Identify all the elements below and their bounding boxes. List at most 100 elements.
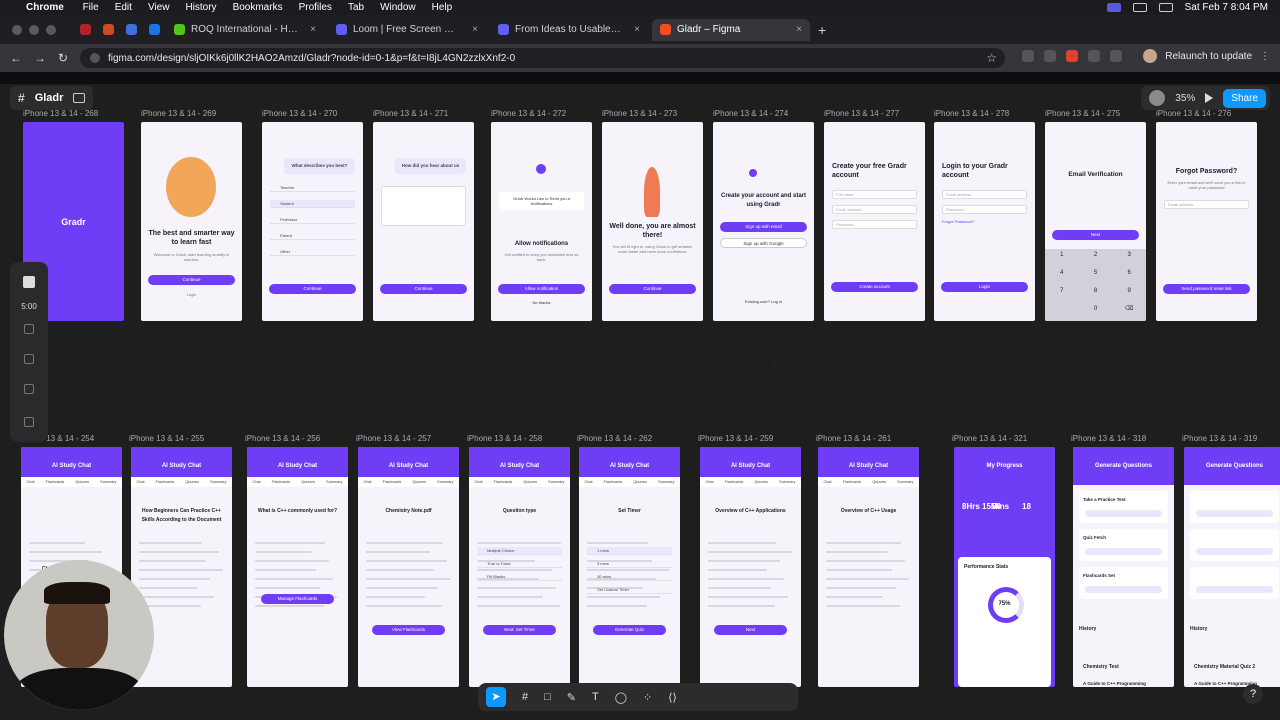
frame-chat-5[interactable]: AI Study Chat Chat Flashcards Quizzes Summar… [579, 447, 680, 687]
key-7[interactable]: 8 [1079, 285, 1113, 303]
login-link[interactable]: Login [149, 292, 234, 297]
chat-tab[interactable]: Quizzes [185, 477, 199, 487]
key-10[interactable]: 0 [1079, 303, 1113, 321]
chat-tab[interactable]: Flashcards [604, 477, 623, 487]
tab-3[interactable]: Gladr – Figma × [652, 18, 810, 41]
chat-tab[interactable]: Quizzes [75, 477, 89, 487]
close-tab-icon[interactable]: × [634, 24, 640, 35]
field-1[interactable]: Password [942, 205, 1027, 214]
frame-chat-8[interactable]: My Progress 8Hrs 15Mins 50 18 Performance St… [954, 447, 1055, 687]
restart-icon[interactable] [24, 354, 34, 364]
pen-tool-icon[interactable]: ✎ [567, 691, 576, 704]
field-1[interactable]: Email address [832, 205, 917, 214]
tab-2[interactable]: From Ideas to Usable Solution × [490, 19, 648, 41]
share-button[interactable]: Share [1223, 88, 1266, 108]
chat-tab[interactable]: Quizzes [412, 477, 426, 487]
pause-icon[interactable] [24, 324, 34, 334]
frame-create[interactable]: Create your account and start using Grad… [713, 122, 814, 321]
chat-tab[interactable]: Summary [779, 477, 795, 487]
continue-button[interactable]: Continue [609, 284, 696, 294]
frame-action-button[interactable]: Generate Quiz [593, 625, 666, 635]
menu-edit[interactable]: Edit [115, 2, 132, 13]
extension-icon[interactable] [1066, 50, 1078, 62]
no-thanks-link[interactable]: No thanks [499, 300, 584, 305]
submit-button[interactable]: Login [941, 282, 1028, 292]
option-card[interactable] [1190, 491, 1279, 523]
extension-icon[interactable] [1022, 50, 1034, 62]
relaunch-button[interactable]: Relaunch to update [1165, 51, 1252, 62]
option-2[interactable]: Professor [270, 216, 355, 224]
option-card-button[interactable] [1196, 586, 1273, 593]
bookmark-star-icon[interactable]: ☆ [986, 51, 997, 65]
chat-tab[interactable]: Summary [658, 477, 674, 487]
signup-email-button[interactable]: Sign up with email [720, 222, 807, 232]
option-card-button[interactable] [1085, 548, 1162, 555]
chat-tab[interactable]: Flashcards [843, 477, 862, 487]
chat-tab[interactable]: Chat [137, 477, 145, 487]
frame-action-button[interactable]: Next [714, 625, 787, 635]
sidebar-toggle-icon[interactable] [73, 93, 86, 103]
option-4[interactable]: Other [270, 248, 355, 256]
chat-tab[interactable]: Flashcards [156, 477, 175, 487]
dev-mode-icon[interactable]: ⟨⟩ [668, 691, 677, 704]
frame-chat-7[interactable]: AI Study Chat Chat Flashcards Quizzes Summar… [818, 447, 919, 687]
key-0[interactable]: 1 [1045, 249, 1079, 267]
zoom-level[interactable]: 35% [1175, 93, 1195, 104]
menu-profiles[interactable]: Profiles [299, 2, 332, 13]
chat-tab[interactable]: Summary [210, 477, 226, 487]
chat-tab[interactable]: Quizzes [754, 477, 768, 487]
chat-tab[interactable]: Quizzes [633, 477, 647, 487]
frame-action-button[interactable]: View Flashcards [372, 625, 445, 635]
components-tool-icon[interactable]: ⁘ [643, 691, 652, 704]
key-2[interactable]: 3 [1112, 249, 1146, 267]
option-card-button[interactable] [1196, 510, 1273, 517]
chat-tab[interactable]: Flashcards [494, 477, 513, 487]
option-0[interactable]: Multiple Choice [477, 547, 562, 555]
option-2[interactable]: 30 mins [587, 573, 672, 581]
pinned-tab-4[interactable] [143, 19, 166, 41]
menu-bookmarks[interactable]: Bookmarks [233, 2, 283, 13]
option-card[interactable]: Flashcards Set [1079, 567, 1168, 599]
chat-tab[interactable]: Summary [100, 477, 116, 487]
chat-tab[interactable]: Chat [706, 477, 714, 487]
chat-tab[interactable]: Chat [475, 477, 483, 487]
chat-tab[interactable]: Flashcards [272, 477, 291, 487]
help-button[interactable]: ? [1243, 684, 1263, 704]
close-tab-icon[interactable]: × [310, 24, 316, 35]
menu-tab[interactable]: Tab [348, 2, 364, 13]
present-play-icon[interactable] [1205, 93, 1214, 103]
text-tool-icon[interactable]: T [592, 691, 599, 703]
chat-tab[interactable]: Flashcards [725, 477, 744, 487]
frame-welcome[interactable]: The best and smarter way to learn fast We… [141, 122, 242, 321]
frame-forgot[interactable]: Forgot Password? Enter your email and we'… [1156, 122, 1257, 321]
trash-icon[interactable] [24, 384, 34, 394]
chat-tab[interactable]: Summary [897, 477, 913, 487]
chat-tab[interactable]: Chat [585, 477, 593, 487]
option-card[interactable] [1190, 567, 1279, 599]
collaborator-avatar[interactable] [1149, 90, 1166, 106]
close-window-button[interactable] [12, 24, 22, 35]
chat-tab[interactable]: Chat [364, 477, 372, 487]
menu-window[interactable]: Window [380, 2, 416, 13]
frame-question[interactable]: What describes you best? Teacher Student Pr… [262, 122, 363, 321]
frame-login[interactable]: Login to your Gradr account Email address… [934, 122, 1035, 321]
key-5[interactable]: 6 [1112, 267, 1146, 285]
reload-icon[interactable]: ↻ [58, 51, 72, 65]
field-2[interactable]: Password [832, 220, 917, 229]
frame-chat-4[interactable]: AI Study Chat Chat Flashcards Quizzes Summar… [469, 447, 570, 687]
extension-icon[interactable] [1044, 50, 1056, 62]
tab-0[interactable]: ROQ International - Homepage × [166, 19, 324, 41]
login-link[interactable]: Existing user? Log in [721, 299, 806, 304]
option-card[interactable]: Quiz Fetch [1079, 529, 1168, 561]
option-3[interactable]: Set Custom Timer [587, 586, 672, 594]
url-field[interactable]: figma.com/design/sljOIKk6j0llK2HAO2Amzd/… [80, 48, 1005, 68]
option-card-button[interactable] [1085, 510, 1162, 517]
option-card[interactable]: Take a Practice Test [1079, 491, 1168, 523]
chat-tab[interactable]: Quizzes [872, 477, 886, 487]
frame-chat-10[interactable]: Generate Questions History Chemistry Mater… [1184, 447, 1280, 687]
key-8[interactable]: 9 [1112, 285, 1146, 303]
download-icon[interactable] [1110, 50, 1122, 62]
close-tab-icon[interactable]: × [796, 24, 802, 35]
option-1[interactable]: True or False [477, 560, 562, 568]
menu-file[interactable]: File [83, 2, 99, 13]
